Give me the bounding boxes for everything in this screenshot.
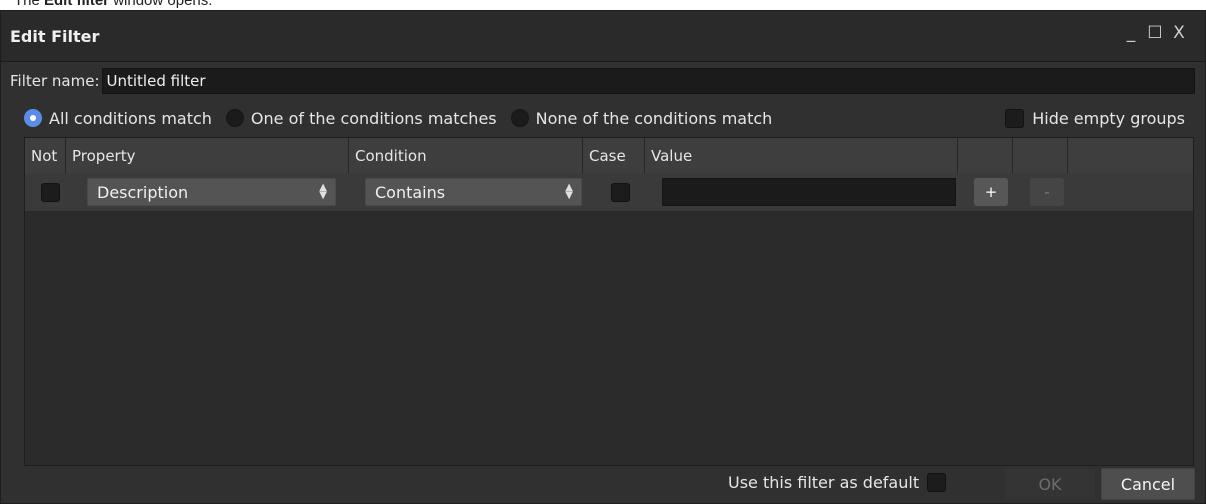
column-header-property[interactable]: Property bbox=[66, 138, 349, 173]
ok-button[interactable]: OK bbox=[1004, 468, 1096, 500]
cancel-button[interactable]: Cancel bbox=[1101, 468, 1195, 500]
column-header-condition[interactable]: Condition bbox=[349, 138, 583, 173]
updown-arrows-icon: ▲ ▼ bbox=[565, 182, 573, 201]
match-mode-row: All conditions match One of the conditio… bbox=[24, 105, 1185, 131]
use-as-default-label: Use this filter as default bbox=[728, 473, 920, 492]
close-icon[interactable]: X bbox=[1171, 24, 1187, 42]
condition-cell: Contains ▲ ▼ bbox=[365, 173, 582, 211]
window-controls: _ ☐ X bbox=[1123, 24, 1187, 42]
value-input[interactable] bbox=[662, 178, 956, 206]
condition-select[interactable]: Contains ▲ ▼ bbox=[365, 178, 582, 206]
column-header-not[interactable]: Not bbox=[25, 138, 66, 173]
radio-unselected-icon bbox=[225, 109, 244, 127]
conditions-table: Not Property Condition Case Value Descri… bbox=[24, 137, 1194, 466]
filter-name-input[interactable] bbox=[101, 68, 1195, 94]
value-cell bbox=[662, 173, 956, 211]
condition-select-value: Contains bbox=[375, 182, 446, 202]
radio-one-condition-matches[interactable]: One of the conditions matches bbox=[225, 108, 497, 128]
radio-label: All conditions match bbox=[49, 108, 212, 128]
caption-suffix: window opens. bbox=[109, 0, 213, 9]
title-bar[interactable]: Edit Filter _ ☐ X bbox=[1, 11, 1205, 62]
caption-prefix: The bbox=[14, 0, 45, 9]
column-header-spacer bbox=[1068, 138, 1193, 173]
hide-empty-groups-checkbox[interactable] bbox=[1005, 108, 1025, 128]
not-cell bbox=[41, 173, 60, 211]
updown-arrows-icon: ▲ ▼ bbox=[319, 182, 327, 201]
use-as-default-checkbox[interactable] bbox=[927, 473, 947, 492]
radio-all-conditions-match[interactable]: All conditions match bbox=[24, 109, 212, 128]
hide-empty-groups-option[interactable]: Hide empty groups bbox=[1005, 108, 1185, 128]
column-header-case[interactable]: Case bbox=[583, 138, 645, 173]
table-header: Not Property Condition Case Value bbox=[25, 138, 1193, 173]
dialog-footer: Use this filter as default OK Cancel bbox=[1, 465, 1205, 503]
add-condition-button[interactable]: + bbox=[974, 178, 1008, 206]
not-checkbox[interactable] bbox=[41, 182, 60, 202]
caption-text: The Edit filter window opens. bbox=[14, 0, 212, 10]
column-header-value[interactable]: Value bbox=[645, 138, 958, 173]
hide-empty-groups-label: Hide empty groups bbox=[1032, 108, 1185, 128]
column-header-remove bbox=[1013, 138, 1068, 173]
radio-selected-icon bbox=[24, 109, 42, 127]
radio-none-conditions-match[interactable]: None of the conditions match bbox=[510, 108, 773, 128]
filter-name-row: Filter name: bbox=[10, 67, 1195, 95]
radio-label: One of the conditions matches bbox=[250, 108, 497, 128]
property-select[interactable]: Description ▲ ▼ bbox=[87, 178, 336, 206]
maximize-icon[interactable]: ☐ bbox=[1147, 24, 1163, 42]
table-row: Description ▲ ▼ Contains ▲ ▼ + - bbox=[25, 173, 1193, 212]
property-cell: Description ▲ ▼ bbox=[87, 173, 336, 211]
column-header-add bbox=[958, 138, 1013, 173]
case-checkbox[interactable] bbox=[611, 182, 630, 202]
edit-filter-window: Edit Filter _ ☐ X Filter name: All condi… bbox=[0, 10, 1206, 504]
minimize-icon[interactable]: _ bbox=[1123, 24, 1139, 42]
property-select-value: Description bbox=[97, 182, 189, 202]
radio-label: None of the conditions match bbox=[535, 108, 773, 128]
remove-condition-button[interactable]: - bbox=[1030, 178, 1064, 206]
case-cell bbox=[611, 173, 630, 211]
add-cell: + bbox=[974, 173, 1008, 211]
radio-unselected-icon bbox=[510, 109, 529, 127]
caption-bold: Edit filter bbox=[44, 0, 110, 9]
use-as-default-option[interactable]: Use this filter as default bbox=[728, 473, 947, 492]
window-title: Edit Filter bbox=[10, 26, 100, 46]
remove-cell: - bbox=[1030, 173, 1064, 211]
filter-name-label: Filter name: bbox=[10, 72, 100, 90]
